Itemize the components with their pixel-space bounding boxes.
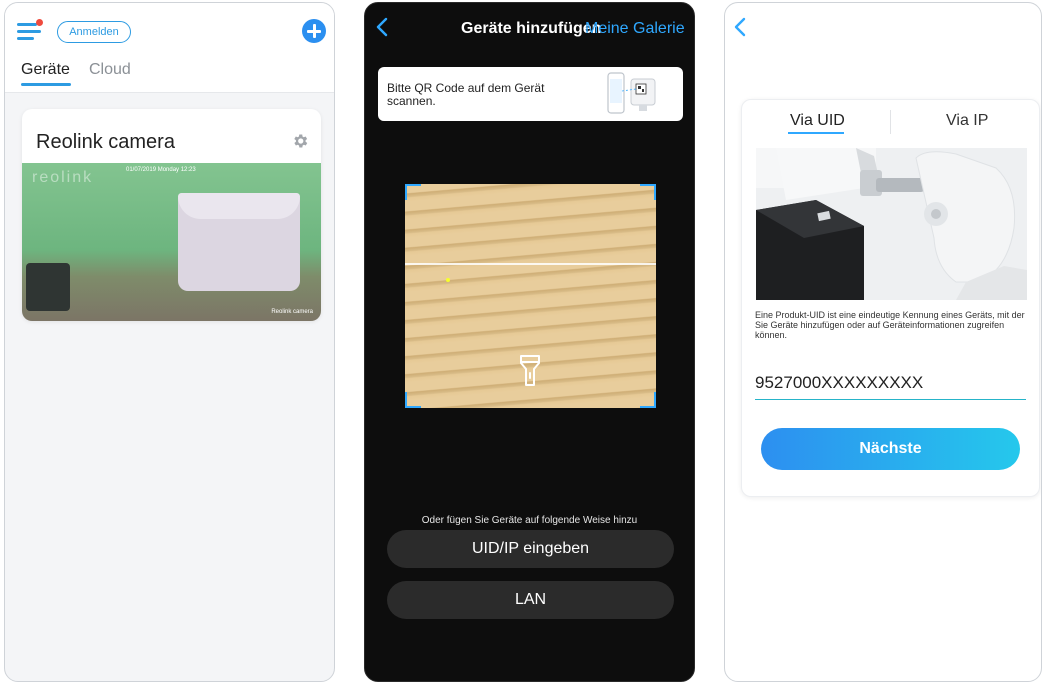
viewfinder-corner xyxy=(640,392,656,408)
notification-dot-icon xyxy=(36,19,43,26)
uid-description: Eine Produkt-UID ist eine eindeutige Ken… xyxy=(755,310,1025,340)
tab-via-ip[interactable]: Via IP xyxy=(946,112,988,130)
thumbnail-object xyxy=(26,263,70,311)
uid-input[interactable] xyxy=(755,366,1026,400)
back-icon[interactable] xyxy=(375,17,389,37)
top-bar: Anmelden Geräte Cloud xyxy=(5,3,334,93)
thumbnail-logo: reolink xyxy=(32,169,94,186)
devices-screen: Anmelden Geräte Cloud Reolink camera reo… xyxy=(4,2,335,682)
lan-button[interactable]: LAN xyxy=(387,581,674,619)
thumbnail-camera-label: Reolink camera xyxy=(271,309,313,315)
uid-entry-screen: Via UID Via IP Eine Produkt-UID ist eine… xyxy=(724,2,1042,682)
tab-cloud[interactable]: Cloud xyxy=(89,61,131,79)
camera-viewfinder xyxy=(405,184,656,408)
thumbnail-timestamp: 01/07/2019 Monday 12:23 xyxy=(126,167,196,173)
scan-screen: Geräte hinzufügen Meine Galerie Bitte QR… xyxy=(364,2,695,682)
camera-name: Reolink camera xyxy=(36,131,175,153)
next-button[interactable]: Nächste xyxy=(761,428,1020,470)
active-tab-indicator xyxy=(788,132,844,134)
viewfinder-corner xyxy=(405,184,421,200)
product-uid-illustration xyxy=(756,148,1027,300)
my-gallery-link[interactable]: Meine Galerie xyxy=(585,20,685,38)
alternative-methods-label: Oder fügen Sie Geräte auf folgende Weise… xyxy=(421,515,638,526)
gear-icon[interactable] xyxy=(291,132,309,150)
phone-scan-illustration-icon xyxy=(607,72,656,114)
tab-via-uid[interactable]: Via UID xyxy=(790,112,845,130)
scan-hint: Bitte QR Code auf dem Gerät scannen. xyxy=(378,67,683,121)
active-tab-indicator xyxy=(21,83,71,86)
back-icon[interactable] xyxy=(733,17,747,37)
add-device-icon[interactable] xyxy=(302,19,326,43)
scan-line xyxy=(405,263,656,265)
viewfinder-corner xyxy=(640,184,656,200)
tab-devices[interactable]: Geräte xyxy=(21,61,70,79)
viewfinder-corner xyxy=(405,392,421,408)
camera-thumbnail[interactable]: reolink 01/07/2019 Monday 12:23 Reolink … xyxy=(22,163,321,321)
flashlight-icon[interactable] xyxy=(518,354,542,388)
tab-divider xyxy=(890,110,891,134)
uid-card: Via UID Via IP Eine Produkt-UID ist eine… xyxy=(741,99,1040,497)
camera-card[interactable]: Reolink camera reolink 01/07/2019 Monday… xyxy=(22,109,321,321)
scan-hint-text: Bitte QR Code auf dem Gerät scannen. xyxy=(387,81,545,108)
thumbnail-object xyxy=(178,193,300,291)
enter-uid-ip-button[interactable]: UID/IP eingeben xyxy=(387,530,674,568)
focus-point xyxy=(446,278,450,282)
page-title: Geräte hinzufügen xyxy=(461,20,602,37)
login-button[interactable]: Anmelden xyxy=(57,21,131,43)
menu-icon[interactable] xyxy=(17,19,43,41)
